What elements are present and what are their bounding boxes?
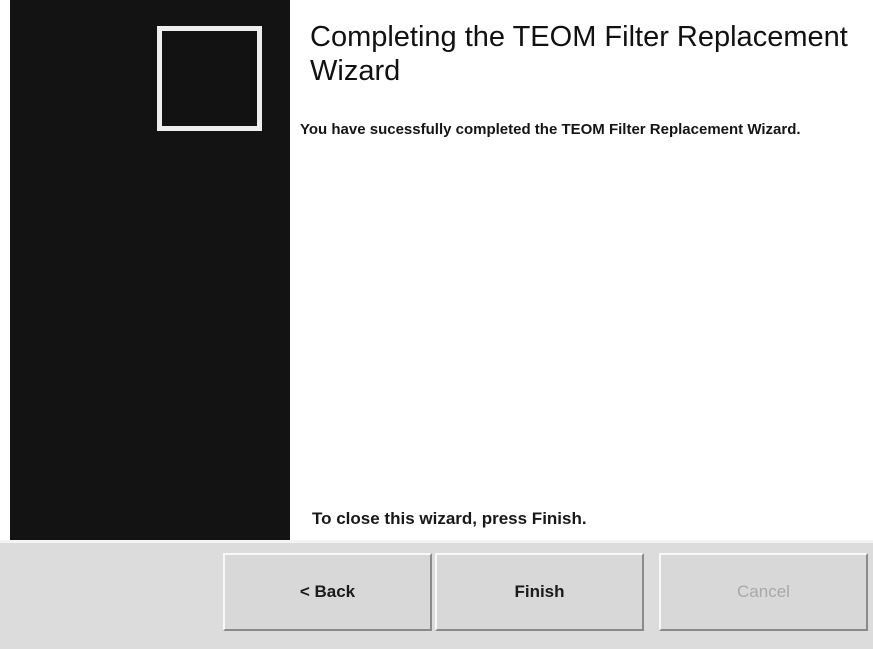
wizard-window: Completing the TEOM Filter Replacement W…	[0, 0, 873, 649]
back-button[interactable]: < Back	[223, 553, 432, 631]
wizard-title: Completing the TEOM Filter Replacement W…	[310, 21, 848, 87]
cancel-button: Cancel	[659, 553, 868, 631]
close-instruction: To close this wizard, press Finish.	[312, 509, 587, 528]
button-bar: < Back Finish Cancel	[0, 540, 873, 649]
finish-button[interactable]: Finish	[435, 553, 644, 631]
completion-message: You have sucessfully completed the TEOM …	[300, 121, 801, 138]
wizard-content: Completing the TEOM Filter Replacement W…	[290, 0, 873, 540]
blank-square-icon	[157, 26, 262, 131]
wizard-side-panel	[10, 0, 290, 540]
